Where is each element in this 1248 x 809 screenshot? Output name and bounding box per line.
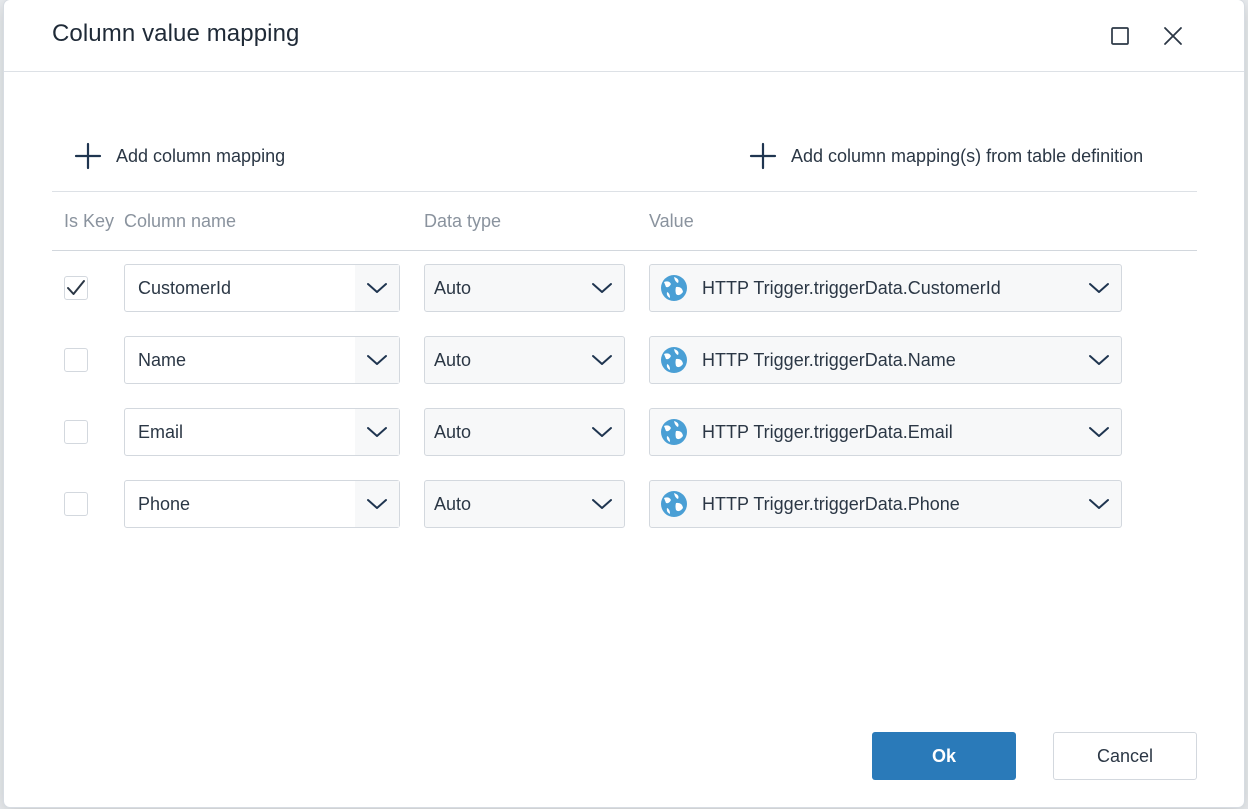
column-name-select[interactable]: Phone bbox=[124, 480, 400, 528]
close-icon bbox=[1164, 27, 1182, 45]
column-name-select[interactable]: Email bbox=[124, 408, 400, 456]
chevron-down-icon bbox=[580, 409, 624, 455]
plus-icon bbox=[74, 142, 102, 170]
close-button[interactable] bbox=[1159, 22, 1187, 50]
value-text: HTTP Trigger.triggerData.CustomerId bbox=[702, 277, 1001, 298]
chevron-down-icon bbox=[1077, 481, 1121, 527]
square-icon bbox=[1111, 27, 1129, 45]
column-name-value: CustomerId bbox=[138, 277, 232, 298]
chevron-down-icon bbox=[355, 481, 399, 527]
checkmark-icon bbox=[67, 280, 85, 295]
value-text: HTTP Trigger.triggerData.Email bbox=[702, 421, 953, 442]
chevron-down-icon bbox=[1077, 337, 1121, 383]
is-key-checkbox[interactable] bbox=[64, 420, 88, 444]
add-column-mapping-button[interactable]: Add column mapping bbox=[74, 140, 285, 172]
column-name-select[interactable]: CustomerId bbox=[124, 264, 400, 312]
data-type-select[interactable]: Auto bbox=[424, 336, 625, 384]
column-name-value: Email bbox=[138, 421, 184, 442]
chevron-down-icon bbox=[580, 481, 624, 527]
column-name-value: Name bbox=[138, 349, 187, 370]
data-type-value: Auto bbox=[434, 493, 472, 514]
chevron-down-icon bbox=[355, 337, 399, 383]
http-trigger-globe-icon bbox=[659, 489, 689, 519]
plus-icon bbox=[749, 142, 777, 170]
http-trigger-globe-icon bbox=[659, 345, 689, 375]
value-select[interactable]: HTTP Trigger.triggerData.Phone bbox=[649, 480, 1122, 528]
data-type-select[interactable]: Auto bbox=[424, 480, 625, 528]
column-name-select[interactable]: Name bbox=[124, 336, 400, 384]
is-key-checkbox[interactable] bbox=[64, 276, 88, 300]
chevron-down-icon bbox=[580, 337, 624, 383]
chevron-down-icon bbox=[355, 409, 399, 455]
cancel-button[interactable]: Cancel bbox=[1053, 732, 1197, 780]
chevron-down-icon bbox=[580, 265, 624, 311]
chevron-down-icon bbox=[1077, 265, 1121, 311]
http-trigger-globe-icon bbox=[659, 273, 689, 303]
toolbar-divider bbox=[52, 191, 1197, 192]
add-column-mapping-label: Add column mapping bbox=[116, 145, 286, 166]
chevron-down-icon bbox=[1077, 409, 1121, 455]
is-key-checkbox[interactable] bbox=[64, 348, 88, 372]
data-type-value: Auto bbox=[434, 277, 472, 298]
data-type-value: Auto bbox=[434, 349, 472, 370]
header-value: Value bbox=[649, 211, 694, 231]
column-name-value: Phone bbox=[138, 493, 191, 514]
http-trigger-globe-icon bbox=[659, 417, 689, 447]
value-text: HTTP Trigger.triggerData.Phone bbox=[702, 493, 960, 514]
column-value-mapping-dialog: Column value mapping Add column mapping … bbox=[4, 0, 1244, 807]
data-type-value: Auto bbox=[434, 421, 472, 442]
data-type-select[interactable]: Auto bbox=[424, 264, 625, 312]
value-select[interactable]: HTTP Trigger.triggerData.CustomerId bbox=[649, 264, 1122, 312]
dialog-title: Column value mapping bbox=[52, 20, 300, 47]
value-select[interactable]: HTTP Trigger.triggerData.Email bbox=[649, 408, 1122, 456]
chevron-down-icon bbox=[355, 265, 399, 311]
header-is-key: Is Key bbox=[64, 211, 114, 231]
add-mapping-from-table-button[interactable]: Add column mapping(s) from table definit… bbox=[749, 140, 1143, 172]
add-mapping-from-table-label: Add column mapping(s) from table definit… bbox=[791, 145, 1144, 166]
value-select[interactable]: HTTP Trigger.triggerData.Name bbox=[649, 336, 1122, 384]
value-text: HTTP Trigger.triggerData.Name bbox=[702, 349, 956, 370]
header-column-name: Column name bbox=[124, 211, 237, 231]
data-type-select[interactable]: Auto bbox=[424, 408, 625, 456]
ok-button[interactable]: Ok bbox=[872, 732, 1016, 780]
maximize-button[interactable] bbox=[1106, 22, 1134, 50]
header-data-type: Data type bbox=[424, 211, 502, 231]
dialog-header: Column value mapping bbox=[4, 0, 1244, 72]
header-divider bbox=[52, 250, 1197, 251]
is-key-checkbox[interactable] bbox=[64, 492, 88, 516]
